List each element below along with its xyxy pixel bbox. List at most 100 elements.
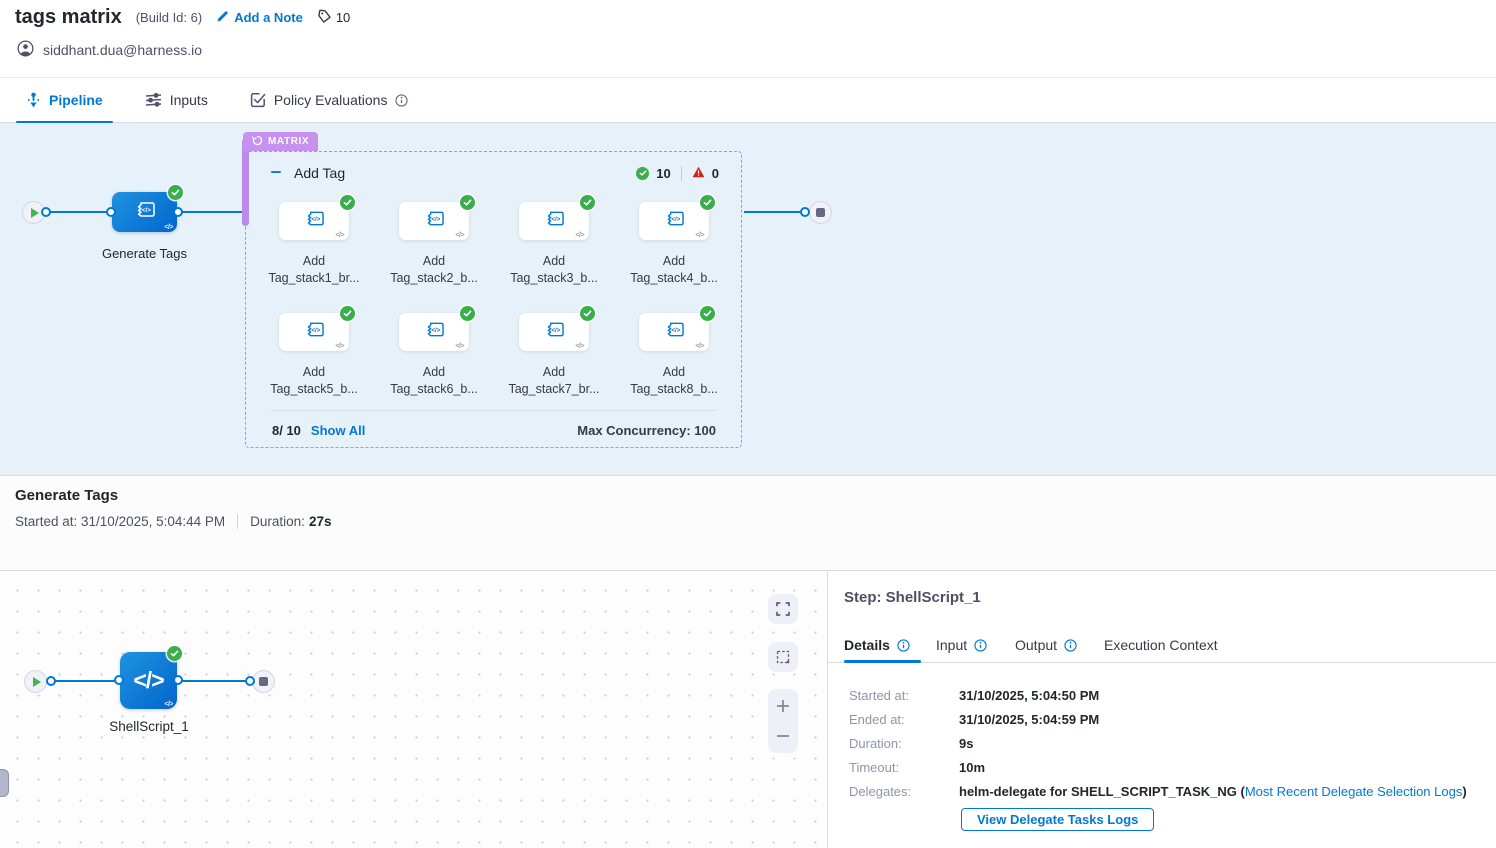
matrix-step[interactable]: </></> AddTag_stack1_br... — [254, 202, 374, 286]
step-panel-tabs: Details Input Output Execution Context — [828, 627, 1496, 663]
success-badge-icon — [340, 195, 355, 210]
code-icon: </> — [575, 232, 584, 239]
svg-text:</>: </> — [141, 207, 151, 214]
code-icon: </> — [455, 232, 464, 239]
delegate-selection-logs-link[interactable]: Most Recent Delegate Selection Logs — [1245, 784, 1463, 799]
code-icon: </> — [695, 232, 704, 239]
shell-script-icon: </> — [133, 666, 163, 693]
tag-code-icon: </> — [663, 209, 686, 233]
detail-row-delegates: Delegates: helm-delegate for SHELL_SCRIP… — [849, 784, 1467, 799]
code-icon: </> — [335, 343, 344, 350]
tag-code-icon: </> — [543, 209, 566, 233]
tab-input[interactable]: Input — [936, 627, 987, 663]
tab-execution-context[interactable]: Execution Context — [1104, 627, 1218, 663]
pipeline-end-node[interactable] — [809, 201, 832, 224]
execution-start-node[interactable] — [24, 670, 47, 693]
shown-count: 8/ 10 — [272, 423, 301, 438]
info-icon[interactable] — [1064, 639, 1077, 652]
matrix-step[interactable]: </></> AddTag_stack6_b... — [374, 313, 494, 397]
matrix-step[interactable]: </> </> AddTag_stack4_b... — [614, 202, 734, 286]
connector-line — [177, 211, 245, 213]
svg-text:</>: </> — [311, 216, 320, 223]
svg-text:</>: </> — [311, 327, 320, 334]
stage-info-section: Generate Tags Started at: 31/10/2025, 5:… — [0, 475, 1496, 570]
step-node-shellscript[interactable]: </> </> — [120, 652, 177, 709]
connector-dot — [41, 207, 51, 217]
connector-dot — [173, 675, 183, 685]
inputs-icon — [145, 93, 162, 107]
max-concurrency: Max Concurrency: 100 — [577, 423, 716, 438]
svg-text:</>: </> — [551, 216, 560, 223]
zoom-controls — [768, 689, 798, 753]
matrix-step[interactable]: </> </> AddTag_stack2_b... — [374, 202, 494, 286]
tab-inputs[interactable]: Inputs — [135, 78, 218, 122]
stop-icon — [816, 208, 825, 217]
step-label: AddTag_stack2_b... — [390, 253, 478, 286]
matrix-step[interactable]: </></> AddTag_stack8_b... — [614, 313, 734, 397]
detail-row: Duration: 9s — [849, 736, 973, 751]
zoom-out-button[interactable] — [775, 728, 791, 744]
tag-code-icon: </> — [543, 320, 566, 344]
pipeline-execution-page: tags matrix (Build Id: 6) Add a Note 10 … — [0, 0, 1496, 848]
code-icon: </> — [455, 343, 464, 350]
execution-graph-canvas[interactable]: </> </> ShellScript_1 — [0, 571, 827, 848]
tag-count[interactable]: 10 — [317, 9, 350, 27]
stop-icon — [259, 677, 268, 686]
tag-code-icon: </> — [663, 320, 686, 344]
select-area-button[interactable] — [768, 642, 798, 672]
collapse-icon[interactable] — [270, 165, 282, 181]
play-icon — [31, 208, 39, 218]
step-label: AddTag_stack7_br... — [508, 364, 599, 397]
connector-dot — [106, 207, 116, 217]
svg-text:</>: </> — [431, 327, 440, 334]
stage-node-label[interactable]: Generate Tags — [77, 246, 212, 261]
main-tabbar: Pipeline Inputs Policy Evaluations — [0, 78, 1496, 123]
divider — [237, 514, 238, 529]
connector-line — [50, 680, 120, 682]
view-delegate-tasks-logs-button[interactable]: View Delegate Tasks Logs — [961, 808, 1154, 831]
success-badge-icon — [340, 306, 355, 321]
tab-details[interactable]: Details — [844, 627, 910, 663]
step-panel-title: Step: ShellScript_1 — [844, 589, 981, 606]
show-all-link[interactable]: Show All — [311, 423, 365, 438]
step-node-label[interactable]: ShellScript_1 — [84, 719, 214, 734]
tag-code-icon: </> — [423, 209, 446, 233]
delegates-value: helm-delegate for SHELL_SCRIPT_TASK_NG (… — [959, 784, 1467, 799]
matrix-container: Add Tag 10 0 </></> A — [245, 151, 742, 448]
loop-icon — [252, 135, 263, 149]
success-count-icon — [636, 167, 649, 180]
matrix-step[interactable]: </></> AddTag_stack3_b... — [494, 202, 614, 286]
tab-policy-evaluations[interactable]: Policy Evaluations — [240, 78, 419, 122]
info-icon[interactable] — [897, 639, 910, 652]
svg-text:</>: </> — [431, 216, 440, 223]
code-icon: </> — [575, 343, 584, 350]
zoom-in-button[interactable] — [775, 698, 791, 714]
info-icon[interactable] — [395, 94, 408, 107]
fit-to-screen-button[interactable] — [768, 594, 798, 624]
add-note-button[interactable]: Add a Note — [216, 10, 303, 26]
tab-output[interactable]: Output — [1015, 627, 1077, 663]
tab-pipeline[interactable]: Pipeline — [16, 78, 113, 122]
detail-row: Timeout: 10m — [849, 760, 985, 775]
matrix-group-label: Add Tag — [294, 165, 345, 181]
panel-resize-handle[interactable] — [0, 769, 9, 797]
step-label: AddTag_stack8_b... — [630, 364, 718, 397]
stage-node-generate-tags[interactable]: </> </> — [112, 192, 177, 232]
step-label: AddTag_stack4_b... — [630, 253, 718, 286]
execution-end-node[interactable] — [252, 670, 275, 693]
matrix-step[interactable]: </> </> AddTag_stack5_b... — [254, 313, 374, 397]
build-id: (Build Id: 6) — [136, 10, 202, 25]
policy-check-icon — [250, 92, 266, 108]
page-title: tags matrix — [15, 6, 122, 29]
connector-line — [45, 211, 112, 213]
pipeline-canvas: </> </> Generate Tags MATRIX — [0, 123, 1496, 475]
stage-duration-value: 27s — [309, 514, 332, 529]
play-icon — [33, 677, 41, 687]
tag-code-icon: </> — [423, 320, 446, 344]
info-icon[interactable] — [974, 639, 987, 652]
matrix-footer-divider — [270, 410, 717, 411]
page-header: tags matrix (Build Id: 6) Add a Note 10 … — [0, 0, 1496, 78]
step-label: AddTag_stack5_b... — [270, 364, 358, 397]
success-badge-icon — [700, 306, 715, 321]
matrix-step[interactable]: </> </> AddTag_stack7_br... — [494, 313, 614, 397]
